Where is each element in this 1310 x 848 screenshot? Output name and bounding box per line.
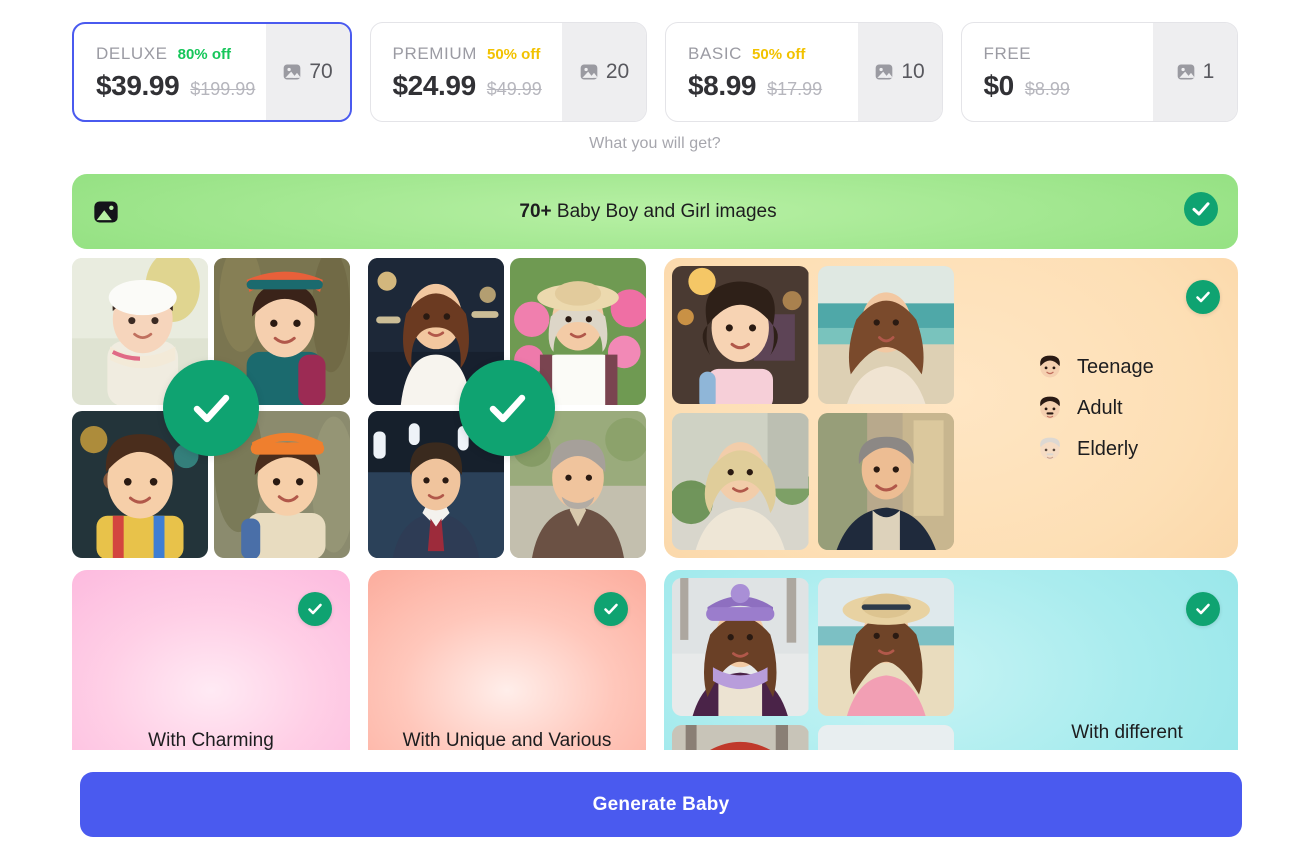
plan-price: $8.99 bbox=[688, 70, 757, 101]
feature-row-top: Teenage Adult Elderly bbox=[72, 258, 1238, 558]
age-label: Elderly bbox=[1077, 437, 1139, 460]
plan-discount-badge: 50% off bbox=[752, 46, 806, 63]
plan-count-value: 1 bbox=[1202, 60, 1215, 83]
check-circle-icon bbox=[594, 592, 628, 626]
plan-count-value: 20 bbox=[605, 60, 630, 83]
photo-thumbnail bbox=[817, 266, 954, 404]
cute-clothes-card[interactable]: With different Cute Clothes bbox=[664, 570, 1238, 750]
plan-name: DELUXE bbox=[96, 44, 168, 63]
plan-card-free[interactable]: FREE $0 $8.99 1 bbox=[960, 22, 1238, 122]
plan-name: BASIC bbox=[688, 44, 743, 63]
plan-details: PREMIUM 50% off $24.99 $49.99 bbox=[371, 23, 563, 121]
plan-card-deluxe[interactable]: DELUXE 80% off $39.99 $199.99 70 bbox=[72, 22, 352, 122]
photo-thumbnail bbox=[817, 412, 954, 550]
caption-line-2: Cute Clothes bbox=[1024, 748, 1230, 750]
adult-photos[interactable] bbox=[368, 258, 646, 558]
plan-count-value: 70 bbox=[309, 60, 333, 83]
check-circle-icon bbox=[1186, 280, 1220, 314]
photo-thumbnail bbox=[672, 412, 809, 550]
image-icon bbox=[1177, 64, 1194, 80]
facial-expressions-card[interactable]: With Charming Facial Expressions bbox=[72, 570, 350, 750]
section-subtitle: What you will get? bbox=[589, 135, 721, 152]
plan-image-count: 10 bbox=[857, 23, 942, 121]
check-circle-icon bbox=[1184, 192, 1218, 231]
plan-price: $0 bbox=[983, 70, 1015, 101]
check-circle-icon bbox=[459, 360, 555, 456]
card-caption: With Unique and Various Environments bbox=[368, 726, 646, 750]
check-circle-icon bbox=[1186, 592, 1220, 626]
check-circle-icon bbox=[298, 592, 332, 626]
age-option-adult: Adult bbox=[1036, 394, 1230, 422]
age-option-teenage: Teenage bbox=[1036, 353, 1230, 381]
boy-face-emoji bbox=[1040, 355, 1060, 378]
plan-old-price: $8.99 bbox=[1024, 79, 1070, 99]
photo-thumbnail bbox=[817, 724, 954, 750]
environments-card[interactable]: With Unique and Various Environments bbox=[368, 570, 646, 750]
feature-row-bottom: With Charming Facial Expressions With Un… bbox=[72, 570, 1238, 750]
plan-name: PREMIUM bbox=[392, 44, 477, 63]
check-circle-icon bbox=[163, 360, 259, 456]
age-label: Teenage bbox=[1077, 355, 1154, 378]
image-icon bbox=[875, 64, 893, 80]
man-face-emoji bbox=[1040, 396, 1060, 419]
plan-price: $39.99 bbox=[96, 70, 180, 101]
card-caption: With different Cute Clothes bbox=[954, 718, 1230, 750]
caption-line-1: With Charming bbox=[148, 730, 274, 750]
clothes-photos bbox=[672, 578, 954, 750]
plan-details: FREE $0 $8.99 bbox=[962, 23, 1154, 121]
baby-boy-girl-photos[interactable] bbox=[72, 258, 350, 558]
photo-thumbnail bbox=[672, 724, 809, 750]
plan-image-count: 70 bbox=[265, 24, 350, 120]
age-option-elderly: Elderly bbox=[1036, 435, 1230, 463]
plan-old-price: $199.99 bbox=[190, 79, 256, 99]
age-variations-card[interactable]: Teenage Adult Elderly bbox=[664, 258, 1238, 558]
plan-image-count: 1 bbox=[1153, 23, 1237, 121]
generate-baby-button[interactable]: Generate Baby bbox=[80, 772, 1242, 837]
card-caption: With Charming Facial Expressions bbox=[72, 726, 350, 750]
pricing-plans: DELUXE 80% off $39.99 $199.99 70 PREMIUM… bbox=[72, 22, 1238, 122]
caption-line-1: With different bbox=[1071, 722, 1183, 743]
photo-thumbnail bbox=[817, 578, 954, 716]
plan-discount-badge: 80% off bbox=[177, 46, 231, 63]
plan-image-count: 20 bbox=[562, 23, 646, 121]
caption-line-1: With Unique and Various bbox=[402, 730, 612, 750]
paywall-screen: DELUXE 80% off $39.99 $199.99 70 PREMIUM… bbox=[0, 0, 1310, 848]
banner-highlight: 70+ bbox=[519, 200, 552, 222]
age-options-list: Teenage Adult Elderly bbox=[954, 353, 1230, 463]
banner-label: 70+ Baby Boy and Girl images bbox=[112, 201, 1184, 223]
photo-thumbnail bbox=[672, 578, 809, 716]
plan-count-value: 10 bbox=[901, 60, 925, 83]
photo-thumbnail bbox=[672, 266, 809, 404]
image-icon bbox=[283, 64, 301, 80]
age-photos bbox=[672, 266, 954, 550]
images-count-banner[interactable]: 70+ Baby Boy and Girl images bbox=[72, 174, 1238, 249]
image-icon bbox=[580, 64, 598, 80]
plan-discount-badge: 50% off bbox=[486, 46, 541, 63]
plan-details: DELUXE 80% off $39.99 $199.99 bbox=[74, 24, 266, 120]
plan-price: $24.99 bbox=[392, 70, 477, 101]
plan-details: BASIC 50% off $8.99 $17.99 bbox=[666, 23, 858, 121]
elderly-face-emoji bbox=[1040, 437, 1060, 460]
plan-card-basic[interactable]: BASIC 50% off $8.99 $17.99 10 bbox=[665, 22, 943, 122]
plan-old-price: $49.99 bbox=[486, 79, 542, 99]
plan-old-price: $17.99 bbox=[767, 79, 823, 99]
age-label: Adult bbox=[1077, 396, 1123, 419]
plan-card-premium[interactable]: PREMIUM 50% off $24.99 $49.99 20 bbox=[369, 22, 647, 122]
banner-text: Baby Boy and Girl images bbox=[551, 200, 777, 222]
plan-name: FREE bbox=[983, 44, 1032, 63]
